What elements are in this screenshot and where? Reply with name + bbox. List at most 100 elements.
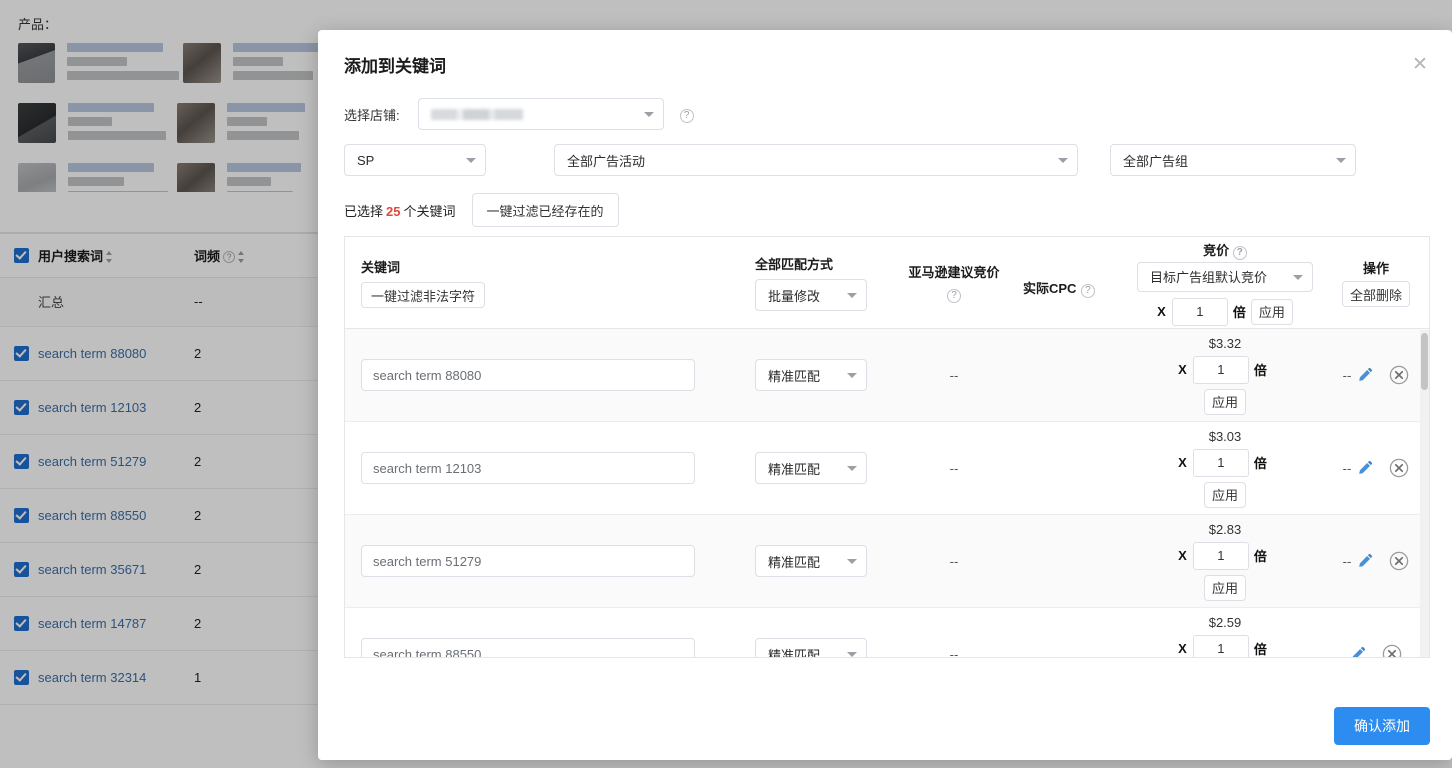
bulk-multiplier-input[interactable] [1171, 297, 1228, 326]
store-label: 选择店铺: [344, 107, 400, 123]
suggested-bid-value: -- [949, 553, 959, 569]
store-select[interactable] [417, 98, 664, 130]
ad-group-value: 全部广告组 [1123, 153, 1189, 169]
campaign-select[interactable]: 全部广告活动 [554, 144, 1078, 176]
dialog-footer: 确认添加 [318, 692, 1452, 760]
header-actual-cpc: 实际CPC ? [1023, 237, 1127, 328]
row-multiplier-unit: 倍 [1253, 642, 1267, 657]
header-bid-label: 竞价 [1203, 242, 1230, 258]
chevron-down-icon [847, 652, 857, 657]
row-cpc-value: -- [1342, 367, 1352, 383]
ad-group-select[interactable]: 全部广告组 [1110, 144, 1356, 176]
keyword-input[interactable] [361, 452, 695, 484]
header-match-type: 全部匹配方式 批量修改 [755, 237, 885, 328]
bulk-apply-button[interactable]: 应用 [1250, 298, 1293, 325]
keyword-table: 关键词 一键过滤非法字符 全部匹配方式 批量修改 亚马逊建议竞价 ? 实际CPC [344, 236, 1430, 658]
selected-count: 25 [386, 203, 401, 219]
chevron-down-icon [847, 559, 857, 564]
edit-icon[interactable] [1357, 553, 1373, 569]
chevron-down-icon [847, 293, 857, 298]
confirm-add-button[interactable]: 确认添加 [1334, 707, 1430, 745]
row-multiplier-input[interactable] [1192, 634, 1249, 657]
header-suggested-bid: 亚马逊建议竞价 ? [885, 237, 1023, 328]
chevron-down-icon [643, 112, 654, 117]
store-value-redacted [430, 108, 523, 120]
row-apply-button[interactable]: 应用 [1203, 574, 1246, 601]
row-multiplier-input[interactable] [1192, 355, 1249, 384]
multiplier-unit-label: 倍 [1232, 305, 1246, 320]
bid-help-icon[interactable]: ? [1232, 243, 1247, 260]
selection-summary-bar: 已选择 25 个关键词 一键过滤已经存在的 [318, 184, 1452, 236]
row-multiplier-input[interactable] [1192, 541, 1249, 570]
keyword-table-body: 精准匹配 -- $3.32 X 倍 应用 -- [345, 329, 1429, 658]
row-apply-button[interactable]: 应用 [1203, 481, 1246, 508]
bid-price-value: $2.83 [1208, 521, 1242, 537]
match-type-select[interactable]: 精准匹配 [755, 359, 867, 391]
edit-icon[interactable] [1357, 367, 1373, 383]
header-match-type-label: 全部匹配方式 [755, 257, 834, 272]
bid-price-value: $2.59 [1208, 614, 1242, 630]
chevron-down-icon [1293, 274, 1303, 280]
filter-existing-button[interactable]: 一键过滤已经存在的 [471, 193, 619, 227]
header-suggested-bid-label: 亚马逊建议竞价 [908, 265, 1000, 280]
header-bid-label-wrap: 竞价 ? [1203, 240, 1247, 260]
remove-icon[interactable] [1389, 551, 1409, 571]
row-multiplier-x: X [1178, 548, 1187, 563]
selected-suffix: 个关键词 [403, 203, 456, 219]
header-actual-cpc-label: 实际CPC [1023, 280, 1077, 296]
match-type-value: 精准匹配 [768, 554, 821, 570]
bid-price-value: $3.03 [1208, 428, 1242, 444]
edit-icon[interactable] [1350, 646, 1366, 658]
keyword-row: 精准匹配 -- $3.32 X 倍 应用 -- [345, 329, 1429, 422]
filter-illegal-chars-button[interactable]: 一键过滤非法字符 [361, 282, 486, 308]
actual-cpc-help-icon[interactable]: ? [1080, 280, 1095, 298]
row-multiplier-unit: 倍 [1253, 549, 1267, 564]
add-to-keywords-dialog: 添加到关键词 ✕ 选择店铺: ? SP 全部广告活动 全部广告组 已选择 25 个关… [318, 30, 1452, 760]
suggested-bid-help-icon[interactable]: ? [908, 285, 999, 303]
keyword-table-scrollbar-thumb[interactable] [1421, 333, 1428, 390]
row-multiplier-x: X [1178, 455, 1187, 470]
ad-type-value: SP [357, 152, 375, 168]
match-type-select[interactable]: 精准匹配 [755, 638, 867, 658]
keyword-row: 精准匹配 -- $3.03 X 倍 应用 -- [345, 422, 1429, 515]
store-help-icon[interactable]: ? [679, 105, 694, 123]
header-keyword: 关键词 一键过滤非法字符 [345, 237, 755, 328]
close-icon[interactable]: ✕ [1408, 52, 1432, 76]
suggested-bid-value: -- [949, 646, 959, 658]
bulk-match-value: 批量修改 [768, 288, 821, 304]
bid-default-select[interactable]: 目标广告组默认竞价 [1137, 261, 1313, 292]
row-multiplier-x: X [1178, 641, 1187, 656]
chevron-down-icon [847, 373, 857, 378]
header-action: 操作 全部删除 [1323, 237, 1429, 328]
bid-default-value: 目标广告组默认竞价 [1150, 270, 1268, 285]
keyword-row: 精准匹配 -- $2.83 X 倍 应用 -- [345, 515, 1429, 608]
row-apply-button[interactable]: 应用 [1203, 388, 1246, 415]
ad-filter-row: SP 全部广告活动 全部广告组 [318, 136, 1452, 184]
keyword-input[interactable] [361, 545, 695, 577]
row-multiplier-unit: 倍 [1253, 363, 1267, 378]
selected-prefix: 已选择 [344, 203, 384, 219]
remove-icon[interactable] [1389, 365, 1409, 385]
store-filter-row: 选择店铺: ? [318, 92, 1452, 136]
keyword-input[interactable] [361, 638, 695, 657]
dialog-title: 添加到关键词 [344, 57, 446, 76]
remove-icon[interactable] [1389, 458, 1409, 478]
delete-all-button[interactable]: 全部删除 [1341, 281, 1410, 307]
match-type-value: 精准匹配 [768, 647, 821, 658]
edit-icon[interactable] [1357, 460, 1373, 476]
ad-type-select[interactable]: SP [344, 144, 486, 176]
match-type-value: 精准匹配 [768, 368, 821, 384]
chevron-down-icon [1058, 158, 1068, 163]
match-type-select[interactable]: 精准匹配 [755, 545, 867, 577]
row-multiplier-x: X [1178, 362, 1187, 377]
match-type-select[interactable]: 精准匹配 [755, 452, 867, 484]
bulk-match-select[interactable]: 批量修改 [755, 279, 867, 311]
keyword-input[interactable] [361, 359, 695, 391]
match-type-value: 精准匹配 [768, 461, 821, 477]
row-cpc-value: -- [1342, 553, 1352, 569]
bid-price-value: $3.32 [1208, 335, 1242, 351]
row-multiplier-input[interactable] [1192, 448, 1249, 477]
remove-icon[interactable] [1382, 644, 1402, 658]
header-action-label: 操作 [1362, 261, 1389, 276]
chevron-down-icon [466, 158, 476, 163]
